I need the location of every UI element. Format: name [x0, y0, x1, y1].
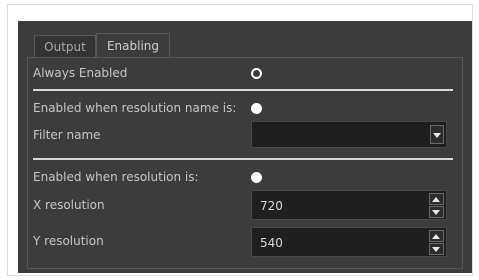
- spin-up-icon[interactable]: [429, 193, 444, 205]
- enabling-panel: Always Enabled Enabled when resolution n…: [27, 57, 463, 269]
- x-resolution-value: 720: [260, 199, 283, 213]
- dialog: Output Enabling Always Enabled Enabled w…: [18, 21, 472, 273]
- always-enabled-label: Always Enabled: [33, 66, 128, 80]
- name-enabled-label: Enabled when resolution name is:: [33, 101, 237, 115]
- chevron-down-icon[interactable]: [430, 125, 444, 144]
- always-enabled-radio[interactable]: [251, 68, 262, 79]
- spin-down-icon[interactable]: [429, 243, 444, 255]
- res-enabled-label: Enabled when resolution is:: [33, 170, 199, 184]
- y-resolution-value: 540: [260, 236, 283, 250]
- y-resolution-stepper: [429, 230, 444, 255]
- separator-1: [33, 89, 453, 91]
- filter-name-dropdown[interactable]: [251, 121, 447, 148]
- tab-output-label: Output: [44, 39, 86, 54]
- tab-enabling-label: Enabling: [106, 38, 160, 53]
- x-resolution-stepper: [429, 193, 444, 218]
- tab-enabling[interactable]: Enabling: [96, 33, 170, 57]
- separator-2: [33, 158, 453, 160]
- tab-output[interactable]: Output: [34, 35, 96, 57]
- y-resolution-spinbox[interactable]: 540: [251, 227, 447, 257]
- name-enabled-radio[interactable]: [251, 103, 262, 114]
- x-resolution-spinbox[interactable]: 720: [251, 190, 447, 220]
- spin-up-icon[interactable]: [429, 230, 444, 242]
- spin-down-icon[interactable]: [429, 206, 444, 218]
- res-enabled-radio[interactable]: [251, 172, 262, 183]
- x-resolution-label: X resolution: [33, 198, 105, 212]
- filter-name-label: Filter name: [33, 128, 101, 142]
- y-resolution-label: Y resolution: [33, 234, 104, 248]
